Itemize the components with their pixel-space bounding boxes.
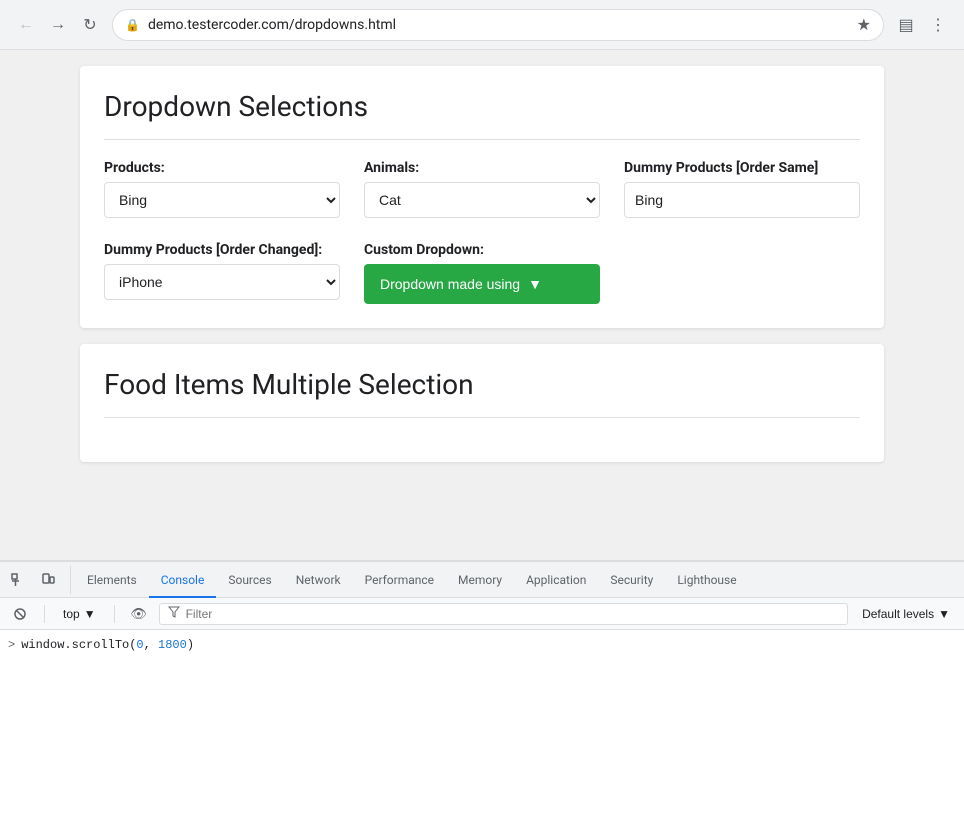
bookmark-icon[interactable]: ★ — [857, 15, 871, 34]
inspect-element-icon[interactable] — [4, 566, 32, 594]
filter-input[interactable] — [186, 607, 839, 621]
custom-dropdown-label: Custom Dropdown: — [364, 242, 600, 258]
animals-group: Animals: Cat Dog Bird Fish — [364, 160, 600, 218]
dummy-products-changed-select[interactable]: iPhone Samsung Nokia — [104, 264, 340, 300]
reload-button[interactable]: ↻ — [76, 11, 104, 39]
tab-network[interactable]: Network — [284, 562, 353, 598]
console-paren: ) — [187, 638, 194, 652]
tab-memory[interactable]: Memory — [446, 562, 514, 598]
tab-console[interactable]: Console — [149, 562, 217, 598]
console-comma: , — [144, 638, 158, 652]
console-prompt: > — [8, 636, 15, 654]
devtools-tab-icons — [4, 566, 71, 594]
browser-chrome: ← → ↻ 🔒 demo.testercoder.com/dropdowns.h… — [0, 0, 964, 50]
card-divider — [104, 139, 860, 140]
animals-select[interactable]: Cat Dog Bird Fish — [364, 182, 600, 218]
tab-elements[interactable]: Elements — [75, 562, 149, 598]
dummy-products-changed-group: Dummy Products [Order Changed]: iPhone S… — [104, 242, 340, 304]
filter-area — [159, 603, 848, 625]
filter-icon — [168, 606, 180, 621]
devtools-tabs-bar: Elements Console Sources Network Perform… — [0, 562, 964, 598]
console-arg2: 1800 — [158, 638, 187, 652]
dummy-products-changed-label: Dummy Products [Order Changed]: — [104, 242, 340, 258]
devtools-toolbar: top ▼ 👁 Default levels ▼ — [0, 598, 964, 630]
back-button[interactable]: ← — [12, 11, 40, 39]
menu-button[interactable]: ⋮ — [924, 11, 952, 39]
context-arrow-icon: ▼ — [84, 607, 96, 621]
eye-icon[interactable]: 👁 — [127, 602, 151, 626]
clear-console-icon[interactable] — [8, 602, 32, 626]
nav-buttons: ← → ↻ — [12, 11, 104, 39]
dropdown-card: Dropdown Selections Products: Bing Googl… — [80, 66, 884, 328]
animals-label: Animals: — [364, 160, 600, 176]
dummy-products-same-label: Dummy Products [Order Same] — [624, 160, 860, 176]
console-code-method: window.scrollTo( — [21, 638, 136, 652]
dropdown-section-title: Dropdown Selections — [104, 90, 860, 123]
log-levels-text: Default levels — [862, 607, 934, 621]
page-content: Dropdown Selections Products: Bing Googl… — [0, 50, 964, 560]
toolbar-divider-2 — [114, 605, 115, 623]
dropdowns-grid: Products: Bing Google DuckDuckGo Animals… — [104, 160, 860, 304]
dummy-products-same-group: Dummy Products [Order Same] — [624, 160, 860, 218]
context-label: top — [63, 607, 80, 621]
log-levels-button[interactable]: Default levels ▼ — [856, 605, 956, 623]
context-selector[interactable]: top ▼ — [57, 605, 102, 623]
products-group: Products: Bing Google DuckDuckGo — [104, 160, 340, 218]
lock-icon: 🔒 — [125, 18, 140, 32]
log-levels-arrow-icon: ▼ — [938, 607, 950, 621]
food-section-title: Food Items Multiple Selection — [104, 368, 860, 401]
forward-button[interactable]: → — [44, 11, 72, 39]
food-card: Food Items Multiple Selection — [80, 344, 884, 462]
products-select[interactable]: Bing Google DuckDuckGo — [104, 182, 340, 218]
custom-dropdown-text: Dropdown made using — [380, 276, 520, 292]
products-label: Products: — [104, 160, 340, 176]
tab-lighthouse[interactable]: Lighthouse — [665, 562, 748, 598]
devtools-console: > window.scrollTo(0, 1800) — [0, 630, 964, 840]
tab-security[interactable]: Security — [598, 562, 665, 598]
dummy-products-same-input[interactable] — [624, 182, 860, 218]
food-card-divider — [104, 417, 860, 418]
address-bar[interactable]: 🔒 demo.testercoder.com/dropdowns.html ★ — [112, 9, 884, 41]
tab-sources[interactable]: Sources — [216, 562, 283, 598]
tab-performance[interactable]: Performance — [353, 562, 446, 598]
custom-dropdown-arrow: ▼ — [528, 276, 542, 292]
device-toolbar-icon[interactable] — [34, 566, 62, 594]
console-code[interactable]: window.scrollTo(0, 1800) — [21, 636, 194, 654]
browser-actions: ▤ ⋮ — [892, 11, 952, 39]
console-arg1: 0 — [136, 638, 143, 652]
toolbar-divider-1 — [44, 605, 45, 623]
tab-application[interactable]: Application — [514, 562, 598, 598]
devtools-panel: Elements Console Sources Network Perform… — [0, 560, 964, 840]
custom-dropdown-group: Custom Dropdown: Dropdown made using ▼ — [364, 242, 600, 304]
custom-dropdown-button[interactable]: Dropdown made using ▼ — [364, 264, 600, 304]
extensions-button[interactable]: ▤ — [892, 11, 920, 39]
console-line: > window.scrollTo(0, 1800) — [8, 634, 956, 656]
url-text: demo.testercoder.com/dropdowns.html — [148, 17, 849, 33]
